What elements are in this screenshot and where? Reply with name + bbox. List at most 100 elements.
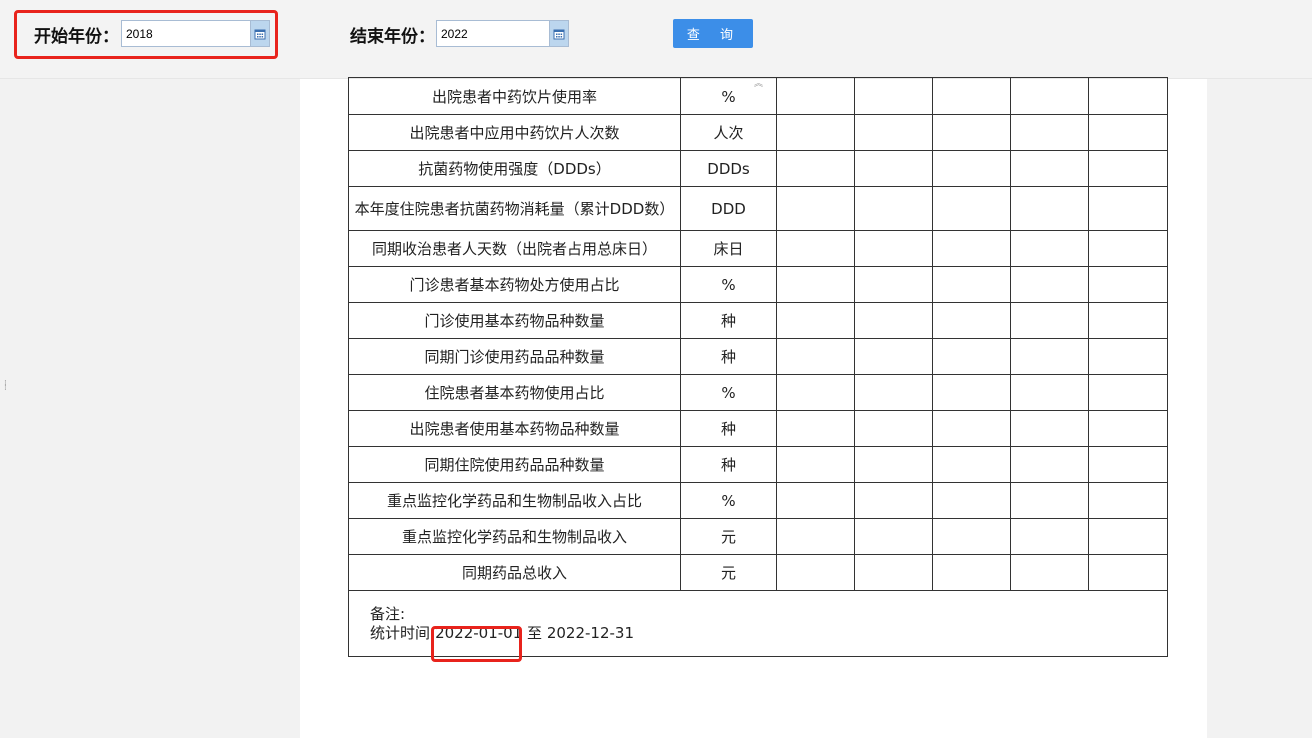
value-cell	[854, 518, 933, 555]
indicator-name: 出院患者中药饮片使用率	[348, 77, 681, 115]
indicator-name: 重点监控化学药品和生物制品收入	[348, 518, 681, 555]
value-cell	[854, 186, 933, 231]
value-cell	[1010, 338, 1089, 375]
indicator-name: 同期药品总收入	[348, 554, 681, 591]
value-cell	[776, 338, 855, 375]
value-cell	[1010, 374, 1089, 411]
value-cell	[776, 302, 855, 339]
value-cell	[1010, 114, 1089, 151]
table-row: 重点监控化学药品和生物制品收入元	[348, 518, 1168, 555]
value-cell	[854, 230, 933, 267]
value-cell	[854, 374, 933, 411]
table-row: 门诊患者基本药物处方使用占比%	[348, 266, 1168, 303]
value-cell	[932, 266, 1011, 303]
value-cell	[1010, 186, 1089, 231]
indicator-unit: 元	[680, 518, 777, 555]
end-year-label: 结束年份：	[350, 27, 435, 47]
value-cell	[854, 77, 933, 115]
value-cell	[776, 77, 855, 115]
value-cell	[776, 518, 855, 555]
table-row: 住院患者基本药物使用占比%	[348, 374, 1168, 411]
chevron-up-icon[interactable]: ︽	[754, 76, 763, 89]
value-cell	[932, 302, 1011, 339]
query-button[interactable]: 查 询	[673, 19, 753, 48]
value-cell	[776, 186, 855, 231]
value-cell	[932, 114, 1011, 151]
value-cell	[1010, 230, 1089, 267]
value-cell	[1088, 554, 1168, 591]
indicator-name: 门诊使用基本药物品种数量	[348, 302, 681, 339]
indicator-unit: 床日	[680, 230, 777, 267]
value-cell	[1088, 446, 1168, 483]
stat-time-prefix: 统计时间:	[370, 624, 436, 642]
value-cell	[854, 554, 933, 591]
indicator-unit: DDD	[680, 186, 777, 231]
value-cell	[1010, 266, 1089, 303]
value-cell	[1010, 150, 1089, 187]
value-cell	[932, 374, 1011, 411]
value-cell	[1010, 77, 1089, 115]
indicator-unit: 元	[680, 554, 777, 591]
indicator-name: 抗菌药物使用强度（DDDs）	[348, 150, 681, 187]
indicator-name: 本年度住院患者抗菌药物消耗量（累计DDD数）	[348, 186, 681, 231]
value-cell	[854, 446, 933, 483]
filter-toolbar: 开始年份： 2018 结束年份： 2022 查 询	[0, 0, 1312, 79]
value-cell	[932, 482, 1011, 519]
value-cell	[776, 482, 855, 519]
calendar-icon[interactable]	[549, 21, 568, 46]
stat-time-end: 2022-12-31	[546, 624, 635, 642]
value-cell	[932, 338, 1011, 375]
value-cell	[932, 446, 1011, 483]
table-row: 同期住院使用药品品种数量种	[348, 446, 1168, 483]
table-row: 同期药品总收入元	[348, 554, 1168, 591]
table-row: 重点监控化学药品和生物制品收入占比%	[348, 482, 1168, 519]
indicator-unit: 种	[680, 446, 777, 483]
indicator-unit: 人次	[680, 114, 777, 151]
value-cell	[932, 77, 1011, 115]
end-year-input[interactable]: 2022	[436, 20, 569, 47]
indicator-name: 同期门诊使用药品品种数量	[348, 338, 681, 375]
value-cell	[1088, 302, 1168, 339]
value-cell	[776, 150, 855, 187]
value-cell	[776, 446, 855, 483]
value-cell	[1088, 374, 1168, 411]
indicator-unit: DDDs	[680, 150, 777, 187]
value-cell	[854, 410, 933, 447]
value-cell	[776, 114, 855, 151]
indicator-name: 住院患者基本药物使用占比	[348, 374, 681, 411]
value-cell	[1088, 518, 1168, 555]
stat-time-sep: 至	[527, 624, 543, 642]
drag-grip-icon[interactable]: ⁞ ⁞	[4, 380, 7, 393]
value-cell	[932, 150, 1011, 187]
indicator-unit: 种	[680, 338, 777, 375]
value-cell	[1088, 114, 1168, 151]
note-label: 备注:	[370, 605, 406, 623]
indicator-name: 出院患者中应用中药饮片人次数	[348, 114, 681, 151]
indicator-name: 出院患者使用基本药物品种数量	[348, 410, 681, 447]
value-cell	[932, 410, 1011, 447]
value-cell	[932, 518, 1011, 555]
end-year-value[interactable]: 2022	[437, 21, 549, 46]
table-row: 同期门诊使用药品品种数量种	[348, 338, 1168, 375]
table-row: 本年度住院患者抗菌药物消耗量（累计DDD数） DDD	[348, 186, 1168, 231]
table-row: 同期收治患者人天数（出院者占用总床日） 床日	[348, 230, 1168, 267]
value-cell	[1088, 482, 1168, 519]
indicator-unit: %	[680, 266, 777, 303]
value-cell	[1010, 446, 1089, 483]
value-cell	[1010, 518, 1089, 555]
value-cell	[1088, 230, 1168, 267]
indicator-name: 同期收治患者人天数（出院者占用总床日）	[348, 230, 681, 267]
value-cell	[1088, 186, 1168, 231]
table-row: 抗菌药物使用强度（DDDs） DDDs	[348, 150, 1168, 187]
value-cell	[1088, 150, 1168, 187]
report-table: 出院患者中药饮片使用率% 出院患者中应用中药饮片人次数 人次 抗菌药物使用强度（DDD…	[348, 77, 1168, 657]
indicator-unit: 种	[680, 302, 777, 339]
value-cell	[1010, 410, 1089, 447]
start-year-highlight	[14, 10, 278, 59]
indicator-unit: %	[680, 374, 777, 411]
value-cell	[776, 230, 855, 267]
stat-time-highlight	[431, 626, 522, 662]
value-cell	[854, 338, 933, 375]
table-row: 出院患者中应用中药饮片人次数 人次	[348, 114, 1168, 151]
value-cell	[776, 410, 855, 447]
